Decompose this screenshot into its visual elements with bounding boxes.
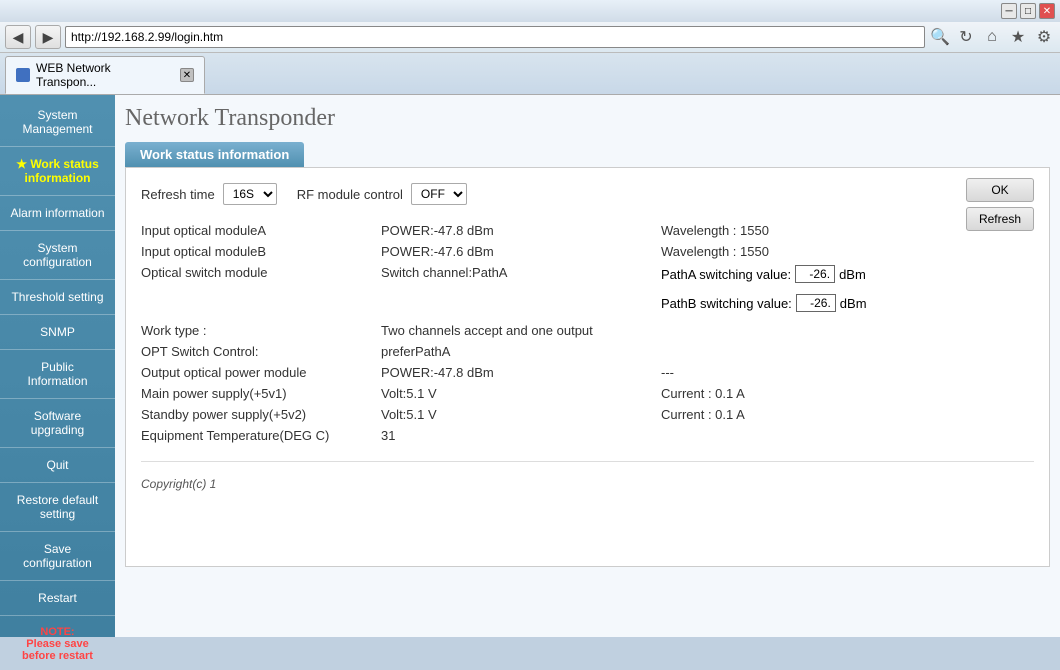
star-icon[interactable]: ★ [1007, 26, 1029, 48]
refresh-time-select[interactable]: 8S 16S 32S 64S [223, 183, 277, 205]
title-bar: ─ □ ✕ [0, 0, 1060, 22]
divider [141, 461, 1034, 462]
standby-power-current: Current : 0.1 A [661, 407, 745, 422]
forward-button[interactable]: ▶ [35, 25, 61, 49]
optical-a-value: POWER:-47.8 dBm [381, 223, 494, 238]
search-icon[interactable]: 🔍 [929, 26, 951, 48]
sidebar-item-alarm[interactable]: Alarm information [0, 198, 115, 228]
minimize-button[interactable]: ─ [1001, 3, 1017, 19]
path-b-label: PathB switching value: [661, 296, 792, 311]
work-type-value: Two channels accept and one output [381, 323, 593, 338]
sidebar-item-system-config[interactable]: System configuration [0, 233, 115, 277]
home-icon[interactable]: ⌂ [981, 26, 1003, 48]
close-button[interactable]: ✕ [1039, 3, 1055, 19]
sidebar-item-work-status[interactable]: ★ Work status information [0, 149, 115, 193]
optical-b-value: POWER:-47.6 dBm [381, 244, 494, 259]
path-b-input[interactable] [796, 294, 836, 312]
sidebar-item-system-management[interactable]: System Management [0, 100, 115, 144]
tab-close-button[interactable]: ✕ [180, 68, 194, 82]
sidebar-item-threshold[interactable]: Threshold setting [0, 282, 115, 312]
opt-switch-value: preferPathA [381, 344, 450, 359]
info-table: Input optical moduleA POWER:-47.8 dBm Wa… [141, 220, 1034, 446]
wavelength-b-value: Wavelength : 1550 [661, 244, 769, 259]
maximize-button[interactable]: □ [1020, 3, 1036, 19]
sidebar-item-public-info[interactable]: Public Information [0, 352, 115, 396]
sidebar-item-restore[interactable]: Restore default setting [0, 485, 115, 529]
refresh-time-label: Refresh time [141, 187, 215, 202]
refresh-button[interactable]: Refresh [966, 207, 1034, 231]
sidebar-item-snmp[interactable]: SNMP [0, 317, 115, 347]
active-tab[interactable]: WEB Network Transpon... ✕ [5, 56, 205, 94]
row-optical-b: Input optical moduleB POWER:-47.6 dBm Wa… [141, 241, 1034, 262]
content-area: Network Transponder Work status informat… [115, 95, 1060, 637]
wavelength-a-value: Wavelength : 1550 [661, 223, 769, 238]
tools-icon[interactable]: ⚙ [1033, 26, 1055, 48]
browser-tab-bar: WEB Network Transpon... ✕ [0, 53, 1060, 94]
sidebar-item-restart[interactable]: Restart [0, 583, 115, 613]
tab-favicon [16, 68, 30, 82]
path-a-label: PathA switching value: [661, 267, 791, 282]
optical-a-label: Input optical moduleA [141, 223, 381, 238]
temp-label: Equipment Temperature(DEG C) [141, 428, 381, 443]
copyright-text: Copyright(c) 1 [141, 477, 1034, 491]
row-work-type: Work type : Two channels accept and one … [141, 320, 1034, 341]
rf-module-group: RF module control OFF ON [297, 183, 467, 205]
sidebar-item-quit[interactable]: Quit [0, 450, 115, 480]
optical-switch-value: Switch channel:PathA [381, 265, 507, 280]
rf-module-label: RF module control [297, 187, 403, 202]
refresh-browser-icon[interactable]: ↻ [955, 26, 977, 48]
sidebar-item-software[interactable]: Software upgrading [0, 401, 115, 445]
address-bar[interactable] [65, 26, 925, 48]
row-opt-switch: OPT Switch Control: preferPathA [141, 341, 1034, 362]
optical-switch-label: Optical switch module [141, 265, 381, 280]
back-button[interactable]: ◀ [5, 25, 31, 49]
tab-label: WEB Network Transpon... [36, 61, 174, 89]
standby-power-label: Standby power supply(+5v2) [141, 407, 381, 422]
refresh-time-group: Refresh time 8S 16S 32S 64S [141, 183, 277, 205]
row-temperature: Equipment Temperature(DEG C) 31 [141, 425, 1034, 446]
main-power-current: Current : 0.1 A [661, 386, 745, 401]
main-power-label: Main power supply(+5v1) [141, 386, 381, 401]
sidebar: System Management ★ Work status informat… [0, 95, 115, 637]
content-tab-header: Work status information [125, 142, 1050, 167]
optical-b-label: Input optical moduleB [141, 244, 381, 259]
work-status-tab[interactable]: Work status information [125, 142, 304, 167]
sidebar-note: NOTE: Please save before restart [0, 618, 115, 670]
nav-bar: ◀ ▶ 🔍 ↻ ⌂ ★ ⚙ [0, 22, 1060, 53]
rf-module-select[interactable]: OFF ON [411, 183, 467, 205]
path-b-unit: dBm [840, 296, 867, 311]
path-a-input[interactable] [795, 265, 835, 283]
opt-switch-label: OPT Switch Control: [141, 344, 381, 359]
output-optical-value: POWER:-47.8 dBm [381, 365, 494, 380]
page-title: Network Transponder [125, 105, 1050, 132]
output-optical-right: --- [661, 365, 674, 380]
path-a-unit: dBm [839, 267, 866, 282]
action-buttons-area: OK Refresh [966, 178, 1034, 231]
sidebar-item-save[interactable]: Save configuration [0, 534, 115, 578]
output-optical-label: Output optical power module [141, 365, 381, 380]
standby-power-value: Volt:5.1 V [381, 407, 437, 422]
work-type-label: Work type : [141, 323, 381, 338]
controls-row: Refresh time 8S 16S 32S 64S RF module co… [141, 183, 1034, 205]
row-output-optical: Output optical power module POWER:-47.8 … [141, 362, 1034, 383]
content-body: Refresh time 8S 16S 32S 64S RF module co… [125, 167, 1050, 567]
row-optical-a: Input optical moduleA POWER:-47.8 dBm Wa… [141, 220, 1034, 241]
temp-value: 31 [381, 428, 395, 443]
ok-button[interactable]: OK [966, 178, 1034, 202]
row-standby-power: Standby power supply(+5v2) Volt:5.1 V Cu… [141, 404, 1034, 425]
row-main-power: Main power supply(+5v1) Volt:5.1 V Curre… [141, 383, 1034, 404]
row-switch: Optical switch module Switch channel:Pat… [141, 262, 1034, 315]
main-power-value: Volt:5.1 V [381, 386, 437, 401]
